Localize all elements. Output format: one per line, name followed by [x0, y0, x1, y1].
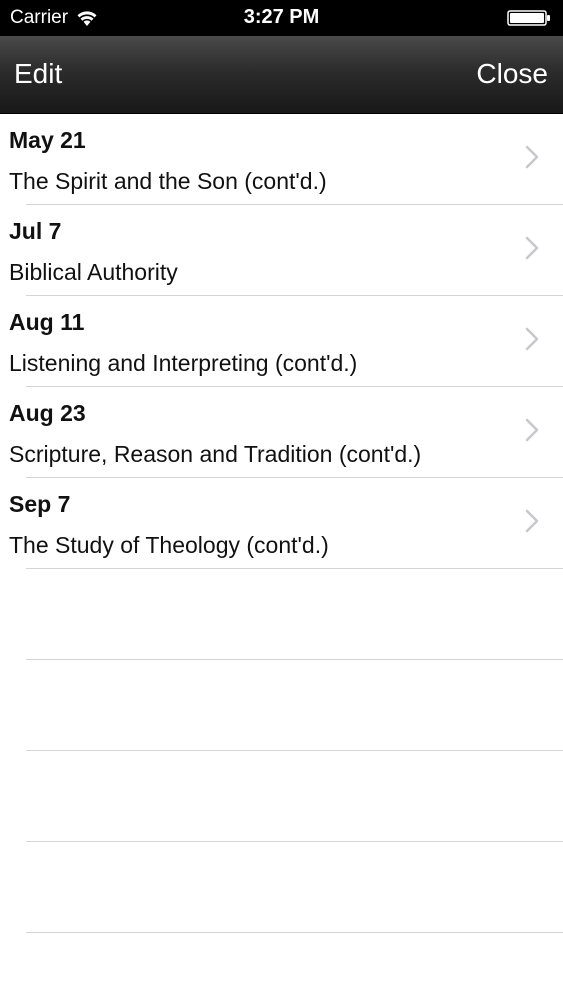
chevron-right-icon [525, 236, 539, 260]
empty-row [0, 569, 563, 660]
entry-date: Sep 7 [9, 491, 71, 517]
entry-title: The Spirit and the Son (cont'd.) [9, 168, 327, 194]
entry-title: Listening and Interpreting (cont'd.) [9, 350, 358, 376]
empty-row [0, 842, 563, 933]
list-item[interactable]: Aug 11 Listening and Interpreting (cont'… [0, 296, 563, 387]
list-item[interactable]: May 21 The Spirit and the Son (cont'd.) [0, 114, 563, 205]
entry-date: Jul 7 [9, 218, 62, 244]
empty-row [0, 660, 563, 751]
list-item[interactable]: Jul 7 Biblical Authority [0, 205, 563, 296]
chevron-right-icon [525, 509, 539, 533]
entry-title: Biblical Authority [9, 259, 178, 285]
status-bar: Carrier 3:27 PM [0, 0, 563, 36]
empty-row [0, 751, 563, 842]
status-time: 3:27 PM [243, 6, 320, 28]
list-item[interactable]: Aug 23 Scripture, Reason and Tradition (… [0, 387, 563, 478]
entries-list: May 21 The Spirit and the Son (cont'd.) … [0, 114, 563, 933]
battery-icon [507, 10, 550, 26]
entry-date: Aug 11 [9, 309, 85, 335]
list-item[interactable]: Sep 7 The Study of Theology (cont'd.) [0, 478, 563, 569]
navigation-bar: Edit Close [0, 36, 563, 114]
entry-date: May 21 [9, 127, 86, 153]
entry-title: The Study of Theology (cont'd.) [9, 532, 329, 558]
chevron-right-icon [525, 327, 539, 351]
entry-title: Scripture, Reason and Tradition (cont'd.… [9, 441, 422, 467]
entry-date: Aug 23 [9, 400, 86, 426]
edit-button[interactable]: Edit [14, 57, 62, 91]
chevron-right-icon [525, 418, 539, 442]
chevron-right-icon [525, 145, 539, 169]
close-button[interactable]: Close [476, 57, 548, 91]
